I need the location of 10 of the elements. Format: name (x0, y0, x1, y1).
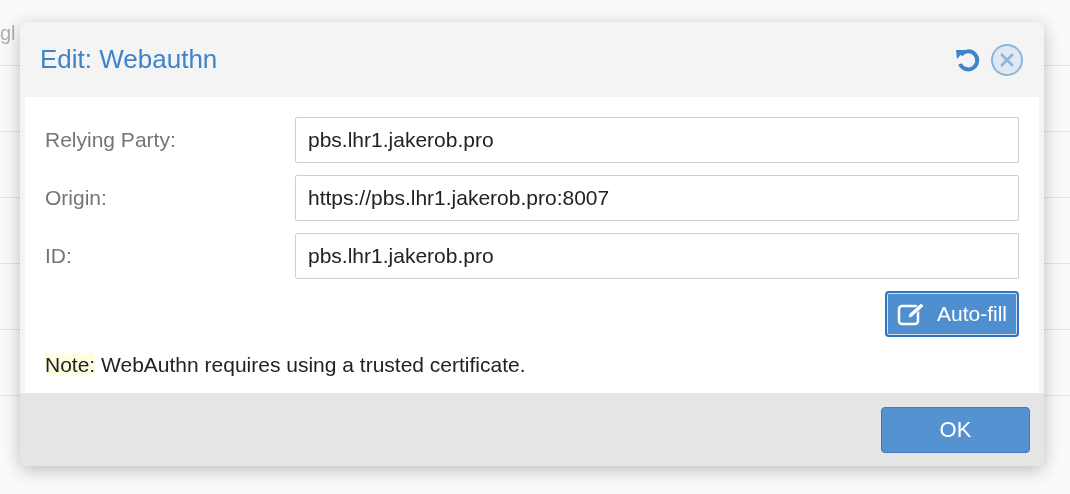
field-label: Origin: (45, 185, 108, 212)
field-label: Relying Party: (45, 127, 177, 154)
close-icon[interactable] (990, 42, 1024, 77)
cell-text: gl (0, 21, 16, 46)
field-label: ID: (45, 243, 73, 270)
note-text: Note: WebAuthn requires using a trusted certificate. (45, 352, 527, 378)
input-field[interactable]: pbs.lhr1.jakerob.pro (295, 117, 1019, 163)
input-field[interactable]: pbs.lhr1.jakerob.pro (295, 233, 1019, 279)
input-field[interactable]: https://pbs.lhr1.jakerob.pro:8007 (295, 175, 1019, 221)
dialog-title: Edit: Webauthn (40, 43, 218, 76)
